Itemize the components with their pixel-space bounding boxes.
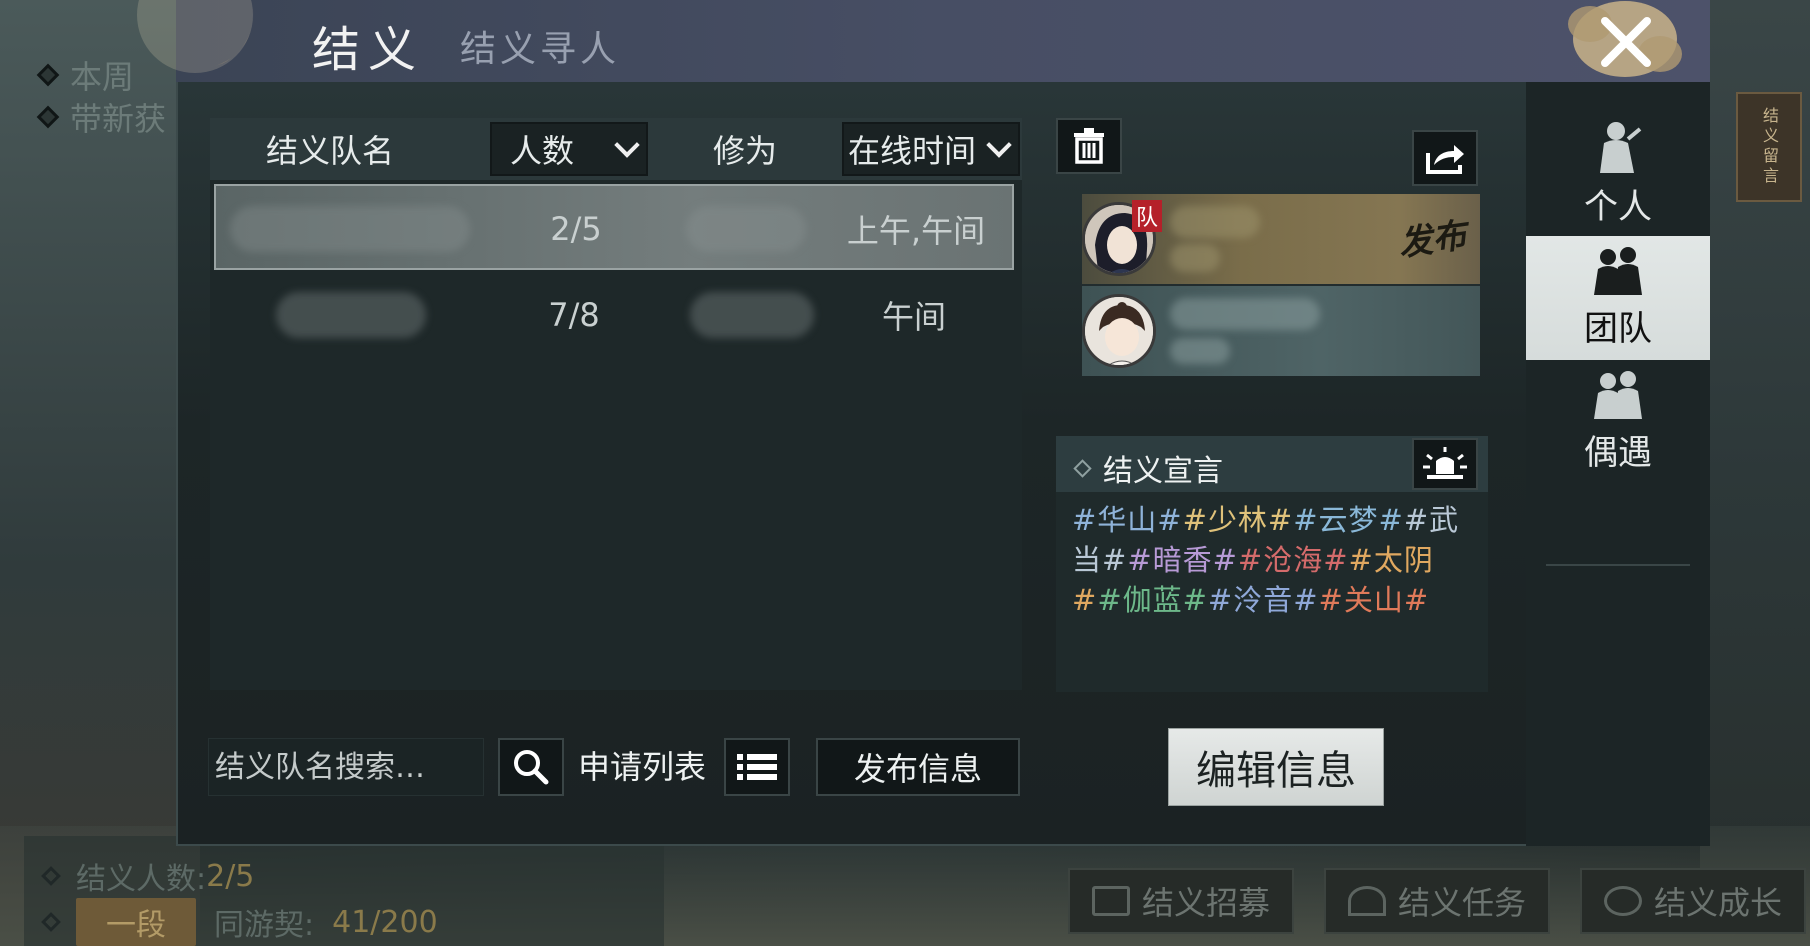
person-icon	[1600, 121, 1642, 173]
blurred-member-info	[1170, 244, 1220, 272]
chevron-down-icon	[986, 132, 1012, 158]
table-row[interactable]: 7/8 午间	[214, 272, 1014, 358]
encounter-icon	[1594, 370, 1642, 419]
search-button[interactable]	[498, 738, 564, 796]
search-icon	[514, 750, 549, 785]
growth-button[interactable]: 结义成长	[1580, 868, 1806, 934]
sort-by-online-select[interactable]: 在线时间	[842, 122, 1020, 176]
avatar	[1082, 294, 1156, 368]
declaration-tag: #少林#	[1182, 503, 1294, 537]
publish-info-button[interactable]: 发布信息	[816, 738, 1020, 796]
sort-by-count-select[interactable]: 人数	[490, 122, 648, 176]
team-search-field[interactable]	[208, 738, 484, 796]
blurred-team-name	[276, 292, 426, 338]
message-board-plaque[interactable]: 结义留言	[1736, 92, 1802, 202]
edit-info-button[interactable]: 编辑信息	[1168, 728, 1384, 806]
close-button[interactable]	[1582, 2, 1670, 82]
broadcast-icon	[1423, 447, 1467, 479]
apply-list-label[interactable]: 申请列表	[578, 742, 706, 788]
blurred-member-name	[1170, 206, 1260, 238]
diamond-icon	[41, 912, 61, 932]
team-member[interactable]	[1082, 286, 1480, 376]
share-button[interactable]	[1412, 130, 1478, 186]
blurred-member-info	[1170, 338, 1230, 364]
chevron-down-icon	[614, 132, 640, 158]
bottom-info: 结义人数: 2/5 一段 同游契: 41/200	[24, 836, 664, 946]
col-cultivation: 修为	[712, 132, 777, 170]
task-button[interactable]: 结义任务	[1324, 868, 1550, 934]
blurred-member-name	[1170, 298, 1320, 330]
row-count: 7/8	[548, 296, 600, 334]
blurred-cultivation	[686, 206, 806, 252]
search-input[interactable]	[215, 749, 483, 785]
declaration-tag: #沧海#	[1237, 543, 1349, 577]
close-icon	[1601, 17, 1651, 67]
tab-divider	[1546, 564, 1690, 566]
row-online-time: 上午,午间	[846, 212, 986, 250]
task-icon	[1347, 886, 1386, 916]
tab-encounter[interactable]: 偶遇	[1526, 360, 1710, 484]
diamond-icon	[41, 866, 61, 886]
page-subtitle: 结义寻人	[460, 29, 621, 70]
tab-personal[interactable]: 个人	[1526, 112, 1710, 236]
member-count-row: 结义人数: 2/5	[41, 854, 254, 898]
declaration-tag: #关山#	[1318, 583, 1430, 617]
delete-button[interactable]	[1056, 118, 1122, 174]
leader-tag: 队	[1132, 200, 1162, 232]
row-count: 2/5	[550, 210, 602, 248]
side-tabs: 个人 团队 偶遇	[1526, 82, 1710, 846]
blurred-team-name	[230, 206, 470, 252]
list-icon	[737, 754, 777, 780]
team-list-table: 结义队名 人数 修为 在线时间 2/5 上午,午间 7/8 午间	[210, 118, 1022, 690]
blurred-cultivation	[690, 292, 814, 338]
diamond-icon	[36, 63, 60, 87]
table-header: 结义队名 人数 修为 在线时间	[210, 118, 1022, 180]
rank-badge: 一段	[76, 898, 196, 946]
diamond-icon	[1073, 458, 1092, 478]
declaration-tag: #泠音#	[1207, 583, 1319, 617]
team-icon	[1594, 246, 1642, 295]
apply-list-button[interactable]	[724, 738, 790, 796]
bg-list-item: 带新获	[36, 94, 166, 140]
tab-team[interactable]: 团队	[1526, 236, 1710, 360]
bg-list-item: 本周	[36, 52, 134, 98]
declaration-tag: #暗香#	[1127, 543, 1238, 577]
table-row[interactable]: 2/5 上午,午间	[214, 184, 1014, 270]
publish-stamp: 发布	[1396, 215, 1469, 265]
declaration-tag: #华山#	[1072, 503, 1183, 537]
bond-row: 一段 同游契: 41/200	[41, 898, 438, 946]
share-icon	[1426, 145, 1464, 174]
row-online-time: 午间	[881, 298, 946, 336]
declaration-title: 结义宣言	[1073, 446, 1223, 490]
avatar-portrait	[1085, 297, 1153, 365]
growth-icon	[1603, 886, 1642, 916]
declaration-tags: #华山##少林##云梦##武当##暗香##沧海##太阴##伽蓝##泠音##关山#	[1072, 500, 1484, 620]
page-title: 结义	[312, 22, 425, 78]
recruit-button[interactable]: 结义招募	[1068, 868, 1294, 934]
diamond-icon	[36, 105, 60, 129]
moon-icon	[137, 0, 254, 73]
trash-icon	[1074, 128, 1104, 164]
team-member-leader[interactable]: 队 发布	[1082, 194, 1480, 284]
col-team-name: 结义队名	[265, 132, 394, 170]
recruit-icon	[1091, 886, 1130, 916]
broadcast-button[interactable]	[1412, 438, 1478, 490]
declaration-tag: #云梦#	[1293, 503, 1404, 537]
declaration-tag: #伽蓝#	[1097, 583, 1208, 617]
background-left	[0, 0, 200, 946]
